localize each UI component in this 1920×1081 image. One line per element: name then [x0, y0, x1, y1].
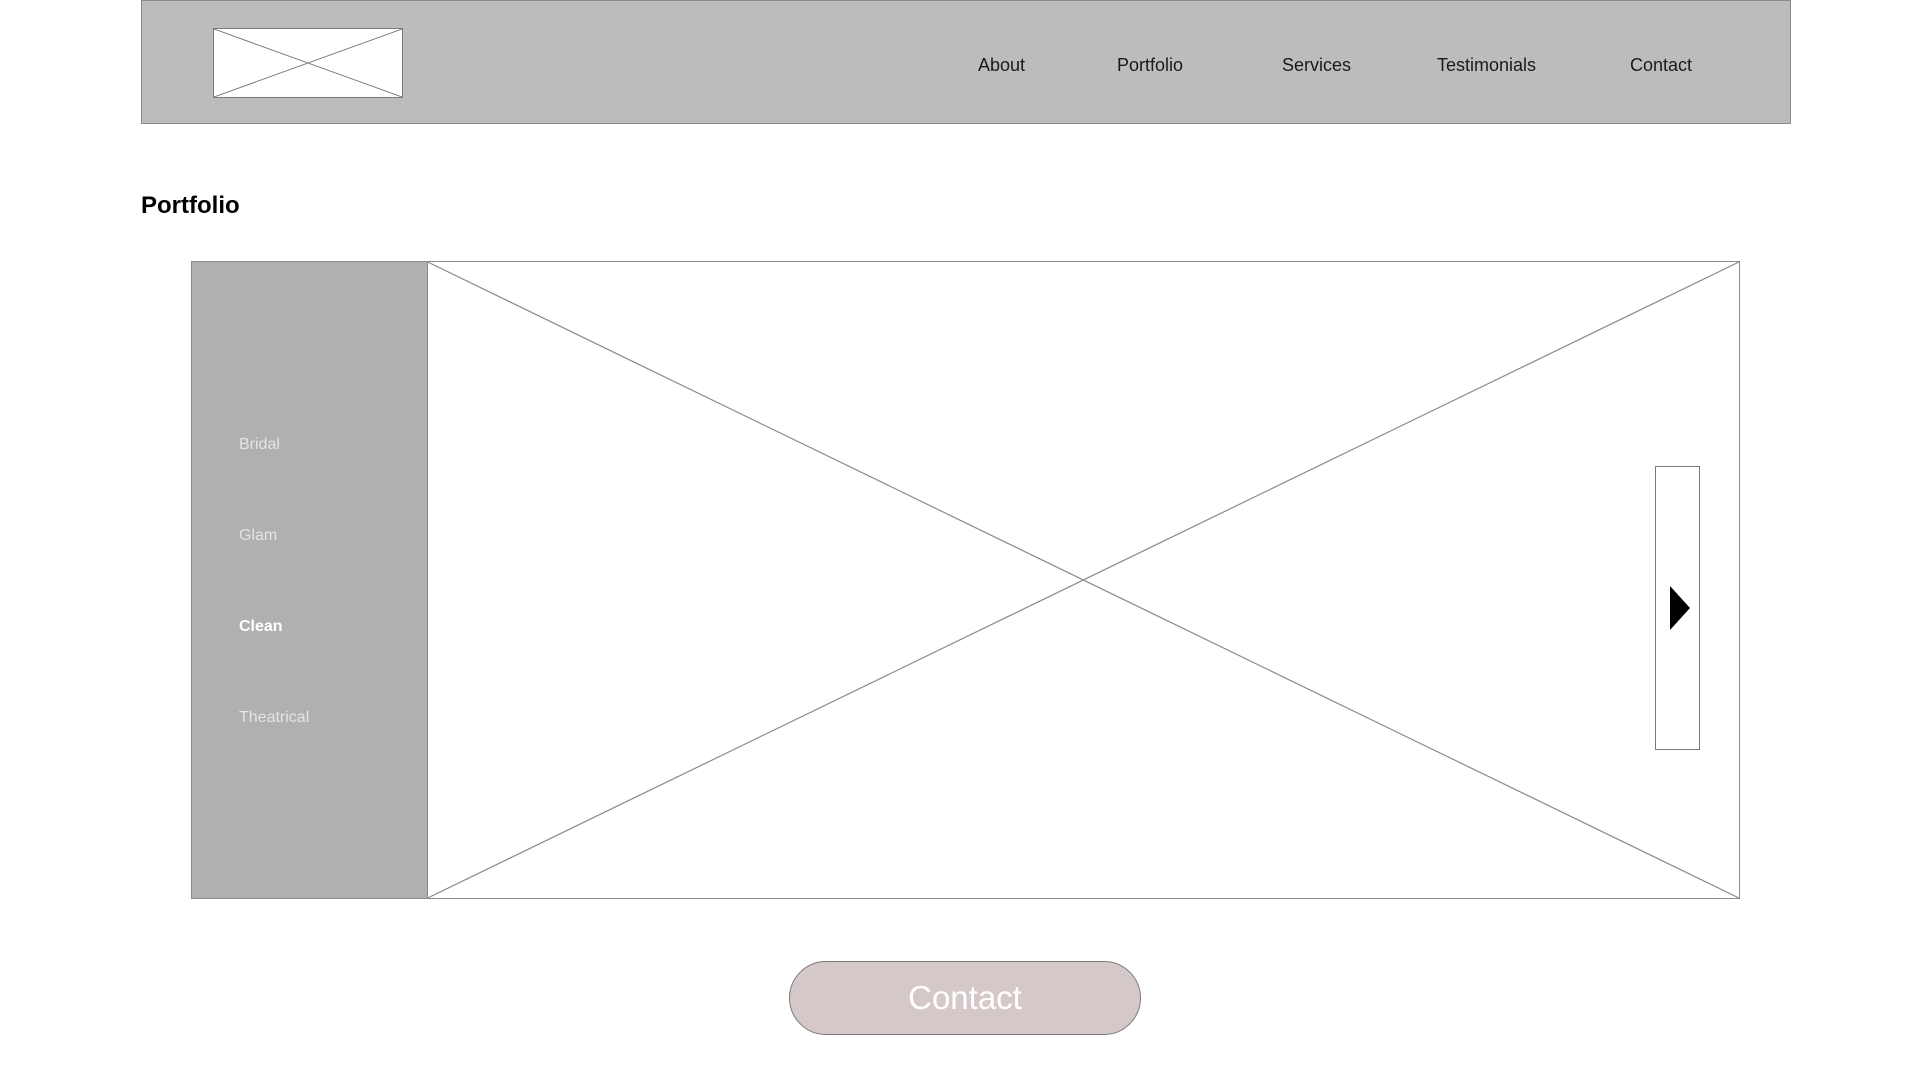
page: About Portfolio Services Testimonials Co… — [0, 0, 1920, 1081]
page-title: Portfolio — [141, 192, 240, 219]
next-slide-button[interactable] — [1655, 466, 1700, 750]
nav-testimonials[interactable]: Testimonials — [1437, 55, 1536, 76]
portfolio-gallery: Bridal Glam Clean Theatrical — [191, 261, 1740, 899]
category-sidebar: Bridal Glam Clean Theatrical — [192, 262, 428, 898]
category-glam[interactable]: Glam — [239, 527, 277, 545]
nav-services[interactable]: Services — [1282, 55, 1351, 76]
site-header: About Portfolio Services Testimonials Co… — [141, 0, 1791, 124]
nav-portfolio[interactable]: Portfolio — [1117, 55, 1183, 76]
category-bridal[interactable]: Bridal — [239, 436, 280, 454]
main-nav: About Portfolio Services Testimonials Co… — [142, 1, 1790, 123]
category-clean[interactable]: Clean — [239, 618, 283, 636]
play-arrow-right-icon — [1670, 586, 1690, 630]
contact-button[interactable]: Contact — [789, 961, 1141, 1035]
nav-about[interactable]: About — [978, 55, 1025, 76]
category-theatrical[interactable]: Theatrical — [239, 709, 309, 727]
nav-contact[interactable]: Contact — [1630, 55, 1692, 76]
